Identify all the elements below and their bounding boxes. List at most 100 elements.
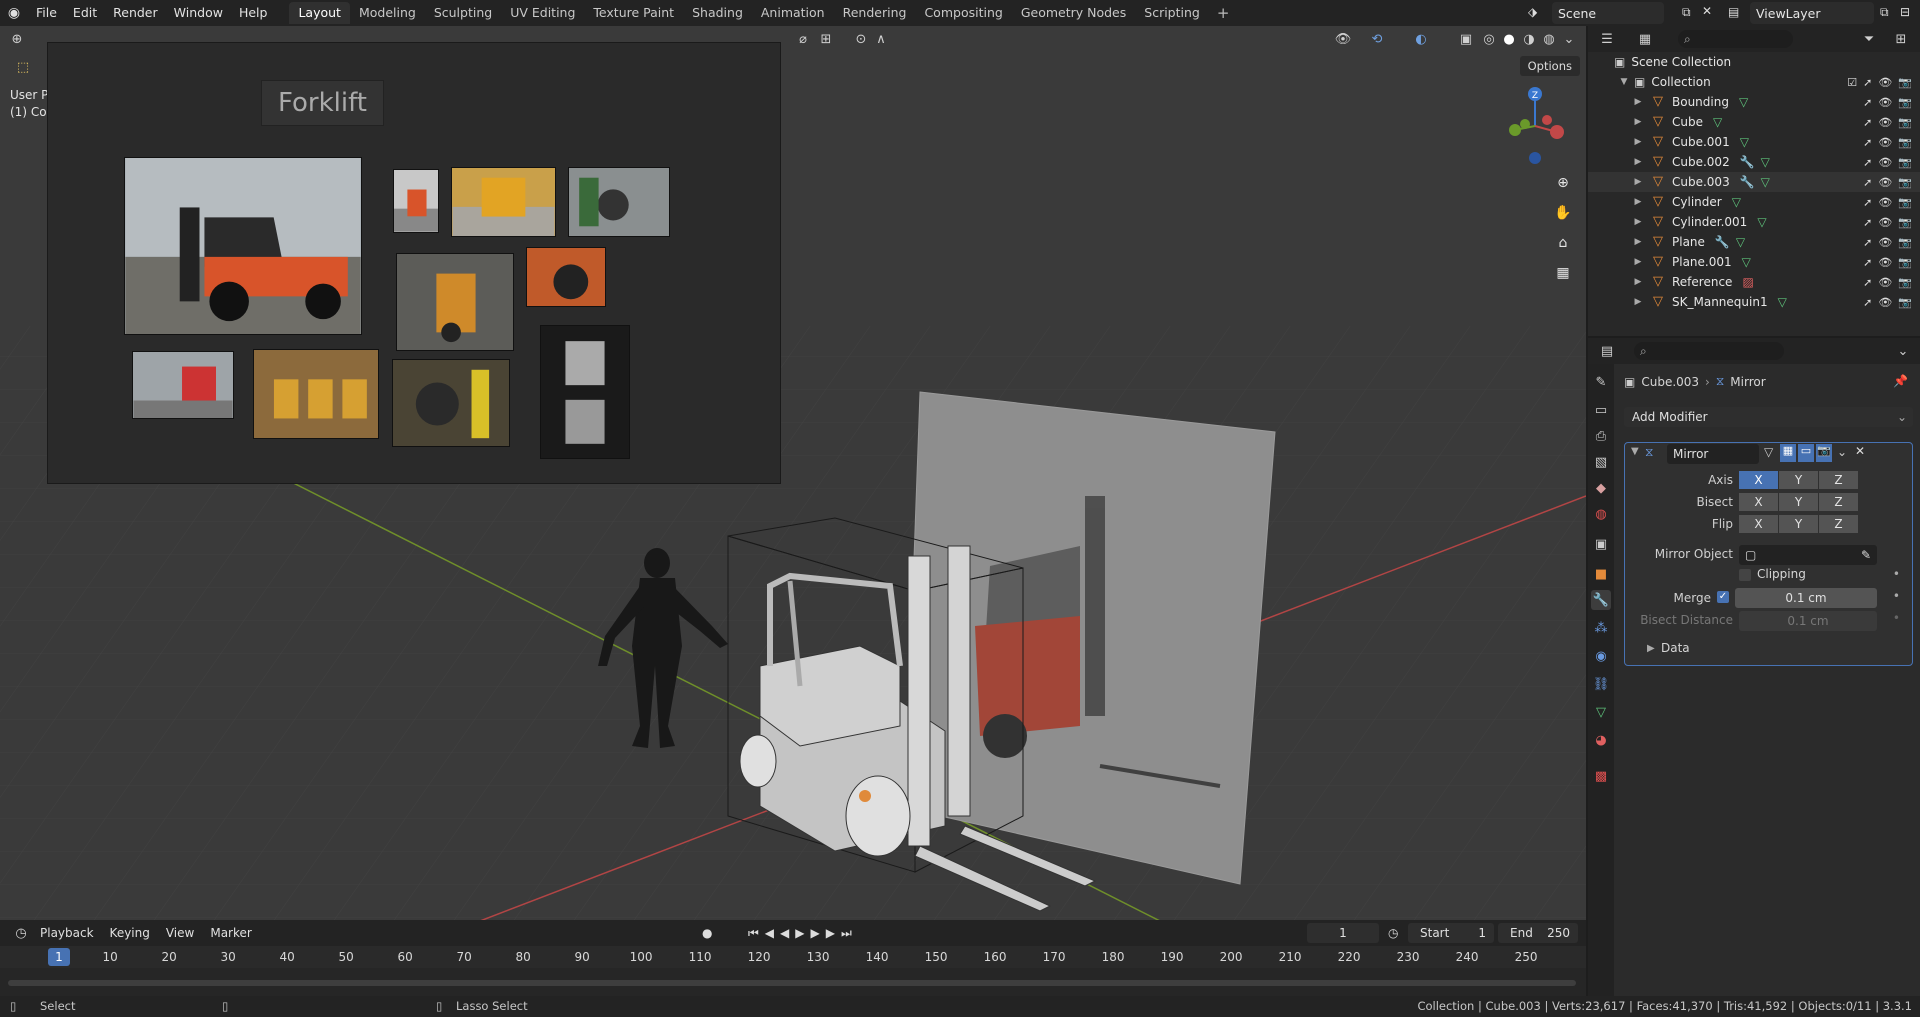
pin-icon[interactable]: 📌 [1893,374,1908,388]
item-visibility-toggles[interactable]: ➚ 👁 📷 [1863,276,1912,289]
outliner-collection[interactable]: ▼ ▣ Collection ☑ ➚ 👁 📷 [1588,72,1920,92]
outliner-item[interactable]: ▶ ▽ Plane.001 ▽ ➚ 👁 📷 [1588,252,1920,272]
constraints-tab-icon[interactable]: ⛓ [1591,674,1611,694]
output-tab-icon[interactable]: ⎙ [1591,426,1611,446]
expand-arrow-icon[interactable]: ▶ [1632,137,1644,147]
axis-z-toggle[interactable]: Z [1819,471,1858,489]
clipping-keyframe-dot-icon[interactable]: • [1893,567,1900,581]
outliner-item[interactable]: ▶ ▽ SK_Mannequin1 ▽ ➚ 👁 📷 [1588,292,1920,312]
view-layer-selector[interactable]: ViewLayer [1750,2,1874,24]
outliner-item[interactable]: ▶ ▽ Cylinder ▽ ➚ 👁 📷 [1588,192,1920,212]
expand-arrow-icon[interactable]: ▼ [1618,77,1630,87]
item-visibility-toggles[interactable]: ➚ 👁 📷 [1863,156,1912,169]
bisect-y-toggle[interactable]: Y [1779,493,1818,511]
render-tab-icon[interactable]: ▭ [1591,400,1611,420]
viewport-toggle-icon[interactable]: ▭ [1798,444,1814,462]
navigation-gizmo[interactable]: Z [1495,86,1575,166]
properties-search-input[interactable]: ⌕ [1634,342,1784,360]
display-mode-icon[interactable]: ▦ [1634,28,1656,50]
item-visibility-toggles[interactable]: ➚ 👁 📷 [1863,116,1912,129]
outliner-scene-collection[interactable]: ▣ Scene Collection [1588,52,1920,72]
snap-icon[interactable]: ⌀ [792,28,814,50]
scene-selector[interactable]: Scene [1552,2,1664,24]
tab-layout[interactable]: Layout [289,2,350,24]
gizmo-toggle-icon[interactable]: ⟲ [1366,28,1388,50]
tab-uv-editing[interactable]: UV Editing [501,2,584,24]
eyedropper-icon[interactable]: ✎ [1861,545,1871,565]
remove-view-layer-icon[interactable]: ⊟ [1900,5,1910,19]
merge-keyframe-dot-icon[interactable]: • [1893,589,1900,603]
start-frame-field[interactable]: Start 1 [1408,923,1494,943]
editor-type-icon[interactable]: ⊕ [6,28,28,50]
outliner-item[interactable]: ▶ ▽ Bounding ▽ ➚ 👁 📷 [1588,92,1920,112]
playback-controls[interactable]: ⏮◀◀▶▶▶⏭ [748,926,858,941]
tab-scripting[interactable]: Scripting [1135,2,1209,24]
expand-arrow-icon[interactable]: ▶ [1632,177,1644,187]
select-box-icon[interactable]: ⬚ [12,56,34,78]
rendered-shading-icon[interactable]: ◍ [1538,28,1560,50]
view-layer-icon[interactable]: ▤ [1728,5,1739,19]
end-frame-field[interactable]: End 250 [1498,923,1578,943]
render-toggle-icon[interactable]: 📷 [1816,444,1832,462]
bisect-z-toggle[interactable]: Z [1819,493,1858,511]
delete-scene-icon[interactable]: ✕ [1702,4,1712,18]
outliner-item[interactable]: ▶ ▽ Reference ▨ ➚ 👁 📷 [1588,272,1920,292]
bisect-distance-field[interactable]: 0.1 cm [1739,611,1877,631]
reference-image-board[interactable]: Forklift [47,42,781,484]
expand-arrow-icon[interactable]: ▶ [1632,277,1644,287]
falloff-icon[interactable]: ∧ [870,28,892,50]
keying-menu[interactable]: Keying [102,926,158,940]
outliner-item[interactable]: ▶ ▽ Plane 🔧 ▽ ➚ 👁 📷 [1588,232,1920,252]
modifier-tab-icon[interactable]: 🔧 [1591,590,1611,610]
expand-arrow-icon[interactable]: ▶ [1632,217,1644,227]
expand-arrow-icon[interactable]: ▶ [1632,197,1644,207]
scene-icon[interactable]: ⬗ [1528,5,1537,19]
expand-arrow-icon[interactable]: ▶ [1632,117,1644,127]
tab-animation[interactable]: Animation [752,2,834,24]
tab-shading[interactable]: Shading [683,2,752,24]
menu-help[interactable]: Help [231,0,276,26]
shading-options-icon[interactable]: ⌄ [1558,28,1580,50]
outliner-item[interactable]: ▶ ▽ Cube.001 ▽ ➚ 👁 📷 [1588,132,1920,152]
editmode-toggle-icon[interactable]: ▦ [1780,444,1796,462]
menu-render[interactable]: Render [105,0,166,26]
zoom-icon[interactable]: ⊕ [1550,170,1576,196]
outliner-search-input[interactable]: ⌕ [1678,30,1793,48]
item-visibility-toggles[interactable]: ➚ 👁 📷 [1863,296,1912,309]
edit-cage-icon[interactable]: ▽ [1764,445,1773,459]
menu-window[interactable]: Window [166,0,231,26]
expand-arrow-icon[interactable]: ▶ [1632,157,1644,167]
tab-sculpting[interactable]: Sculpting [425,2,501,24]
snap-target-icon[interactable]: ⊞ [815,28,837,50]
outliner[interactable]: ☰ ▦ ⌕ ⏷ ⊞ ▣ Scene Collection ▼ ▣ Collect… [1588,26,1920,336]
camera-view-icon[interactable]: ⌂ [1550,230,1576,256]
proportional-edit-icon[interactable]: ⊙ [850,28,872,50]
modifier-name-field[interactable]: Mirror [1667,444,1759,464]
playback-menu[interactable]: Playback [32,926,102,940]
expand-arrow-icon[interactable]: ▶ [1632,257,1644,267]
item-visibility-toggles[interactable]: ➚ 👁 📷 [1863,176,1912,189]
outliner-item[interactable]: ▶ ▽ Cube.003 🔧 ▽ ➚ 👁 📷 [1588,172,1920,192]
xray-icon[interactable]: ▣ [1455,28,1477,50]
expand-arrow-icon[interactable]: ▶ [1632,97,1644,107]
mirror-object-field[interactable]: ▢ ✎ [1739,545,1877,565]
wireframe-shading-icon[interactable]: ◎ [1478,28,1500,50]
timeline-scrollbar[interactable] [8,980,1576,986]
tab-rendering[interactable]: Rendering [834,2,916,24]
data-subpanel-header[interactable]: Data [1661,641,1690,655]
item-visibility-toggles[interactable]: ➚ 👁 📷 [1863,256,1912,269]
data-tab-icon[interactable]: ▽ [1591,702,1611,722]
data-subpanel-arrow-icon[interactable]: ▶ [1647,643,1655,654]
add-modifier-button[interactable]: Add Modifier ⌄ [1624,407,1913,427]
item-visibility-toggles[interactable]: ➚ 👁 📷 [1863,96,1912,109]
solid-shading-icon[interactable]: ● [1498,28,1520,50]
auto-keying-icon[interactable]: ● [702,926,712,940]
new-scene-icon[interactable]: ⧉ [1682,5,1691,20]
outliner-item[interactable]: ▶ ▽ Cylinder.001 ▽ ➚ 👁 📷 [1588,212,1920,232]
filter-icon[interactable]: ⏷ [1858,28,1880,50]
playhead[interactable]: 1 [48,948,70,966]
add-workspace-icon[interactable]: + [1209,4,1238,22]
tab-geometry-nodes[interactable]: Geometry Nodes [1012,2,1135,24]
collection-tab-icon[interactable]: ▣ [1591,534,1611,554]
collection-visibility-toggles[interactable]: ☑ ➚ 👁 📷 [1847,76,1912,89]
